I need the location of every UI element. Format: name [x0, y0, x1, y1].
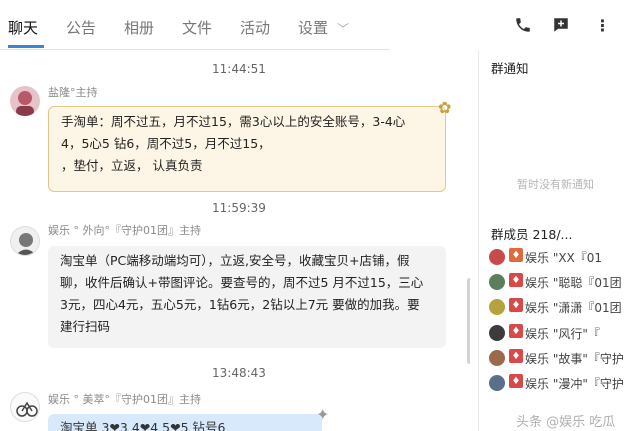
active-tab-indicator	[8, 45, 44, 48]
member-name: 娱乐 "聪聪『01团	[525, 276, 622, 290]
message-bubble: 淘宝单 3❤3 4❤4 5❤5 钻号6	[48, 414, 322, 431]
avatar	[489, 350, 505, 366]
add-chat-icon[interactable]	[550, 14, 572, 36]
bubble-decoration-icon: ✿	[438, 98, 452, 117]
member-item[interactable]: ♦ 娱乐 "XX『01	[489, 246, 639, 268]
member-name: 娱乐 "潇潇『01团	[525, 301, 622, 315]
chat-scrollbar[interactable]	[467, 278, 470, 364]
sender-name[interactable]: 娱乐 ° 美萃°『守护01团』主持	[48, 391, 201, 407]
role-badge-icon: ♦	[509, 324, 523, 338]
avatar	[489, 299, 505, 315]
member-item[interactable]: ♦ 娱乐 "潇潇『01团	[489, 296, 639, 318]
tab-settings[interactable]: 设置	[298, 17, 328, 38]
group-sidebar: 群通知 暂时没有新通知 群成员 218/... ♦ 娱乐 "XX『01 ♦ 娱乐…	[478, 50, 640, 431]
member-item[interactable]: ♦ 娱乐 "聪聪『01团	[489, 271, 639, 293]
chevron-down-icon[interactable]: ﹀	[337, 20, 349, 37]
group-notice-title: 群通知	[491, 61, 529, 76]
member-item[interactable]: ♦ 娱乐 "故事"『守护	[489, 347, 639, 369]
avatar[interactable]	[10, 86, 40, 116]
role-badge-icon: ♦	[509, 298, 523, 312]
watermark: 头条 @娱乐 吃瓜	[516, 415, 616, 430]
avatar	[489, 325, 505, 341]
message-time: 11:59:39	[212, 201, 266, 215]
member-name: 娱乐 "风行"『	[525, 327, 600, 341]
message-line: 建行扫码	[60, 318, 111, 334]
message-bubble: 手淘单：周不过五，月不过15，需3心以上的安全账号，3-4心 4，5心5 钻6，…	[48, 106, 446, 192]
avatar	[489, 249, 505, 265]
bubble-decoration-icon: ✦	[316, 405, 330, 424]
tab-announcement[interactable]: 公告	[66, 17, 96, 38]
avatar[interactable]	[10, 226, 40, 256]
member-name: 娱乐 "故事"『守护	[525, 352, 624, 366]
member-item[interactable]: ♦ 娱乐 "风行"『	[489, 322, 639, 344]
group-notice-empty: 暂时没有新通知	[517, 178, 594, 191]
role-badge-icon: ♦	[509, 248, 523, 262]
role-badge-icon: ♦	[509, 273, 523, 287]
tab-activity[interactable]: 活动	[240, 17, 270, 38]
message-bubble: 淘宝单（PC端移动端均可），立返,安全号，收藏宝贝+店铺，假 聊，收件后确认+带…	[48, 246, 446, 348]
message-line: 聊，收件后确认+带图评论。要查号的，周不过5 月不过15，三心	[60, 274, 424, 290]
avatar	[489, 274, 505, 290]
sender-name[interactable]: 盐隆°主持	[48, 84, 98, 100]
tab-album[interactable]: 相册	[124, 17, 154, 38]
avatar	[489, 375, 505, 391]
group-members-title[interactable]: 群成员 218/...	[491, 224, 572, 243]
message-time: 11:44:51	[212, 62, 266, 76]
window-toolbar: ⋮	[512, 14, 632, 38]
tab-chat[interactable]: 聊天	[8, 17, 38, 38]
message-line: 淘宝单（PC端移动端均可），立返,安全号，收藏宝贝+店铺，假	[60, 253, 410, 268]
chat-area: 11:44:51 盐隆°主持 手淘单：周不过五，月不过15，需3心以上的安全账号…	[0, 50, 470, 431]
avatar[interactable]	[10, 392, 40, 422]
member-item[interactable]: ♦ 娱乐 "漫冲"『守护	[489, 372, 639, 394]
phone-icon[interactable]	[512, 14, 534, 36]
message-line: 淘宝单 3❤3 4❤4 5❤5 钻号6	[60, 420, 226, 431]
message-time: 13:48:43	[212, 366, 266, 380]
member-name: 娱乐 "漫冲"『守护	[525, 377, 624, 391]
role-badge-icon: ♦	[509, 374, 523, 388]
member-name: 娱乐 "XX『01	[525, 251, 603, 265]
tab-bar: 聊天 公告 相册 文件 活动 设置 ﹀	[0, 0, 390, 50]
message-line: 4，5心5 钻6，周不过5，月不过15，	[61, 135, 271, 151]
message-line: 3元，四心4元，五心5元，1钻6元，2钻以上7元 要做的加我。要	[60, 296, 420, 312]
message-line: 手淘单：周不过五，月不过15，需3心以上的安全账号，3-4心	[61, 114, 406, 129]
more-icon[interactable]: ⋮	[592, 14, 614, 36]
sender-name[interactable]: 娱乐 ° 外向°『守护01团』主持	[48, 222, 201, 238]
tab-files[interactable]: 文件	[182, 17, 212, 38]
message-line: ，垫付，立返， 认真负责	[61, 157, 203, 173]
role-badge-icon: ♦	[509, 349, 523, 363]
